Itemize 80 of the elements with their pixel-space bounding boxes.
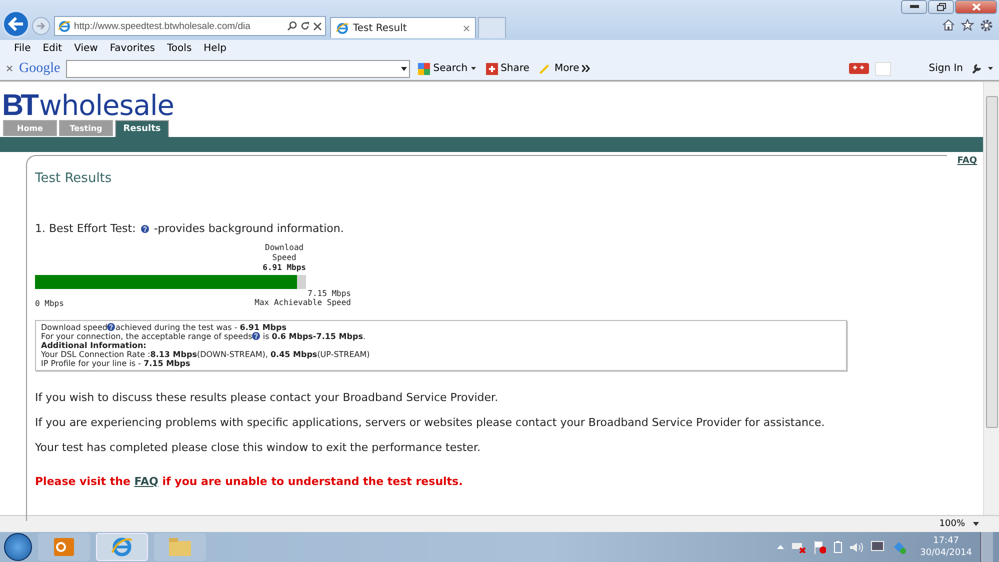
menu-item[interactable]: Tools xyxy=(161,43,198,54)
message-text: Your test has completed please close this window to exit the performance tester. xyxy=(35,440,480,454)
menu-item[interactable]: Help xyxy=(198,43,232,54)
info-line: For your connection, the acceptable range of speeds is 0.6 Mbps-7.15 Mbps. xyxy=(41,332,366,340)
test-label: 1. Best Effort Test: xyxy=(35,222,136,235)
close-button[interactable] xyxy=(955,0,997,14)
info-heading: Additional Information: xyxy=(41,340,146,350)
squares-icon xyxy=(418,62,430,74)
scrollbar-thumb[interactable] xyxy=(986,96,998,428)
help-icon[interactable] xyxy=(252,332,260,340)
browser-tab[interactable]: Test Result xyxy=(330,17,476,38)
zoom-level[interactable]: 100% xyxy=(939,519,965,529)
flag-icon[interactable] xyxy=(814,540,826,554)
close-icon[interactable] xyxy=(463,24,470,32)
info-line: IP Profile for your line is - 7.15 Mbps xyxy=(41,358,190,368)
star-icon[interactable] xyxy=(961,19,974,31)
search-icon[interactable] xyxy=(287,21,297,31)
help-icon[interactable] xyxy=(107,322,116,330)
message-text: If you wish to discuss these results please contact your Broadband Service Provider. xyxy=(35,390,498,404)
close-icon[interactable] xyxy=(313,22,322,30)
nav-tab[interactable]: Results xyxy=(115,120,169,137)
restore-icon xyxy=(936,3,946,11)
minimize-icon xyxy=(910,5,918,9)
more-button[interactable]: More xyxy=(537,62,592,74)
start-button[interactable] xyxy=(4,533,32,561)
address-bar[interactable]: http://www.speedtest.btwholesale.com/dia xyxy=(54,16,326,36)
arrow-left-icon xyxy=(8,17,24,31)
minimize-button[interactable] xyxy=(901,0,927,14)
arrow-right-icon xyxy=(36,21,46,31)
menu-item[interactable]: File xyxy=(8,43,37,54)
scrollbar[interactable] xyxy=(983,82,999,515)
pencil-icon xyxy=(539,62,552,74)
caret-icon[interactable] xyxy=(401,66,408,70)
network-error-icon[interactable] xyxy=(792,541,806,553)
page-icon[interactable] xyxy=(58,20,71,32)
page-icon[interactable] xyxy=(336,22,349,34)
restore-button[interactable] xyxy=(928,0,954,14)
page-heading: Test Results xyxy=(35,171,112,186)
search-button[interactable]: Search xyxy=(416,62,478,74)
caret-icon[interactable] xyxy=(973,522,979,526)
browser-app-icon[interactable] xyxy=(96,533,148,561)
help-icon[interactable] xyxy=(140,224,149,232)
logo: BTwholesale xyxy=(1,88,174,120)
plus-one-icon[interactable] xyxy=(848,63,869,74)
back-button[interactable] xyxy=(2,10,30,38)
faq-link[interactable]: FAQ xyxy=(957,156,977,166)
share-button[interactable]: Share xyxy=(484,62,532,74)
settings-icon[interactable] xyxy=(980,19,993,32)
menu-item[interactable]: Favorites xyxy=(104,43,162,54)
close-icon xyxy=(972,3,980,11)
monitor-icon[interactable] xyxy=(871,541,884,553)
info-line: Your DSL Connection Rate :8.13 Mbps(DOWN-STREAM), 0.45 Mbps(UP-STREAM) xyxy=(41,350,371,358)
menu-item[interactable]: View xyxy=(68,43,104,54)
plus-icon xyxy=(486,62,498,74)
show-desktop-button[interactable] xyxy=(980,532,993,562)
google-logo: Google xyxy=(19,60,60,76)
home-icon[interactable] xyxy=(942,19,955,31)
caret-icon[interactable] xyxy=(988,67,993,70)
refresh-icon[interactable] xyxy=(300,21,310,31)
download-speed-caption: Download Speed 6.91 Mbps xyxy=(262,243,306,272)
battery-icon[interactable] xyxy=(834,541,842,553)
min-speed-label: 0 Mbps xyxy=(35,298,64,308)
browser-icon[interactable] xyxy=(111,536,133,558)
wrench-icon[interactable] xyxy=(971,63,982,74)
faq-notice: Please visit the FAQ if you are unable to understand the test results. xyxy=(35,474,463,488)
test-description: -provides background information. xyxy=(154,222,344,235)
max-speed-label: 7.15 Mbps Max Achievable Speed xyxy=(254,288,351,308)
sign-in-button[interactable]: Sign In xyxy=(926,63,965,74)
mail-icon xyxy=(54,538,74,556)
double-chevron-icon xyxy=(582,65,590,72)
faq-link[interactable]: FAQ xyxy=(134,474,158,488)
count-box xyxy=(874,62,891,76)
message-text: If you are experiencing problems with specific applications, servers or websites please contact your Broadband Service Provider for assistance. xyxy=(35,416,825,428)
mail-app-icon[interactable] xyxy=(38,533,90,561)
close-icon[interactable] xyxy=(6,65,13,72)
folder-icon xyxy=(169,538,191,556)
menu-item[interactable]: Edit xyxy=(36,43,68,54)
search-field[interactable] xyxy=(66,60,410,78)
info-line: Download speed achieved during the test was - 6.91 Mbps xyxy=(41,322,288,332)
caret-icon xyxy=(470,67,476,70)
